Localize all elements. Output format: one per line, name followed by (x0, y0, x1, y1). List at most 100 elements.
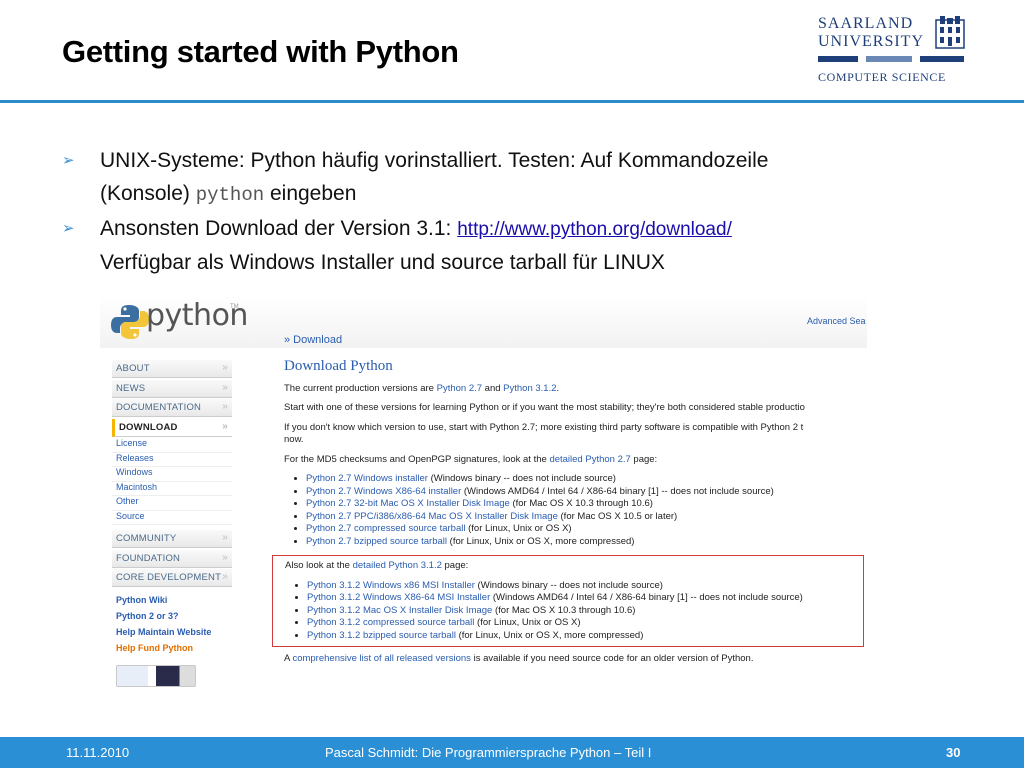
download-file-link[interactable]: Python 2.7 compressed source tarball (306, 523, 465, 534)
bullet-arrow-icon: ➢ (62, 220, 75, 237)
paypal-donate-icon[interactable] (116, 664, 196, 687)
download-file-link[interactable]: Python 2.7 PPC/i386/x86-64 Mac OS X Inst… (306, 511, 558, 522)
link-detailed-27[interactable]: detailed Python 2.7 (549, 454, 630, 465)
list-item: Python 2.7 Windows installer (Windows bi… (306, 473, 867, 486)
download-link[interactable]: http://www.python.org/download/ (457, 219, 732, 240)
file-description: (for Mac OS X 10.3 through 10.6) (509, 498, 653, 509)
link-python-312[interactable]: Python 3.1.2 (503, 383, 556, 394)
file-description: (for Linux, Unix or OS X) (474, 617, 581, 628)
chevron-right-icon: » (222, 362, 228, 373)
bullet-unix-line2: (Konsole) (100, 182, 196, 205)
download-file-link[interactable]: Python 2.7 Windows X86-64 installer (306, 486, 461, 497)
file-description: (Windows binary -- does not include sour… (474, 579, 663, 591)
footer-date: 11.11.2010 (66, 745, 130, 760)
footer-bar: 11.11.2010 Pascal Schmidt: Die Programmi… (0, 737, 1024, 768)
list-item: Python 2.7 bzipped source tarball (for L… (306, 536, 867, 549)
sidebar-subitem-other[interactable]: Other (112, 496, 232, 511)
bullet-list: ➢ UNIX-Systeme: Python häufig vorinstall… (62, 144, 962, 279)
logo-line-3: COMPUTER SCIENCE (818, 70, 946, 84)
sidebar-item-label: FOUNDATION (116, 552, 181, 564)
list-item: Python 2.7 PPC/i386/x86-64 Mac OS X Inst… (306, 511, 867, 524)
title-divider (0, 100, 1024, 103)
sidebar-link-3[interactable]: Help Fund Python (112, 643, 232, 659)
download-file-link[interactable]: Python 3.1.2 compressed source tarball (307, 617, 474, 628)
advanced-search-link[interactable]: Advanced Sea (807, 316, 866, 326)
list-item: Python 2.7 32-bit Mac OS X Installer Dis… (306, 498, 867, 511)
page-number: 30 (946, 745, 961, 760)
sidebar-item-label: CORE DEVELOPMENT (116, 572, 222, 583)
sidebar-item-community[interactable]: COMMUNITY » (112, 530, 232, 548)
bullet-unix-line2-post: eingeben (264, 182, 357, 205)
bullet-unix: ➢ UNIX-Systeme: Python häufig vorinstall… (62, 144, 962, 212)
download-heading: Download Python (284, 358, 393, 374)
list-item: Python 2.7 compressed source tarball (fo… (306, 523, 867, 536)
download-file-link[interactable]: Python 3.1.2 Windows x86 MSI Installer (307, 580, 475, 591)
paragraph-production: The current production versions are Pyth… (284, 382, 560, 394)
download-file-link[interactable]: Python 3.1.2 Mac OS X Installer Disk Ima… (307, 605, 492, 616)
saarland-university-logo: SAARLAND UNIVERSITY COMPUTER SCIENCE (816, 14, 966, 86)
breadcrumb[interactable]: » Download (284, 334, 342, 346)
file-description: (for Mac OS X 10.3 through 10.6) (492, 604, 636, 616)
file-description: (for Linux, Unix or OS X) (465, 523, 572, 534)
list-item: Python 3.1.2 Mac OS X Installer Disk Ima… (307, 605, 863, 618)
bullet-unix-text: UNIX-Systeme: Python häufig vorinstallie… (100, 149, 769, 172)
logo-line-1: SAARLAND (818, 15, 914, 32)
sidebar-item-news[interactable]: NEWS » (112, 379, 232, 398)
sidebar-item-label: DOCUMENTATION (116, 402, 202, 413)
file-description: (Windows AMD64 / Intel 64 / X86-64 binar… (490, 592, 803, 603)
download-file-link[interactable]: Python 2.7 bzipped source tarball (306, 536, 447, 547)
download-file-link[interactable]: Python 3.1.2 Windows X86-64 MSI Installe… (307, 592, 490, 603)
logo-line-2: UNIVERSITY (818, 33, 924, 50)
sidebar-item-documentation[interactable]: DOCUMENTATION » (112, 399, 232, 417)
sidebar-item-download[interactable]: DOWNLOAD » (112, 418, 232, 437)
paragraph-which-version: If you don't know which version to use, … (284, 421, 804, 446)
sidebar-subitem-windows[interactable]: Windows (112, 467, 232, 482)
sidebar-subitem-macintosh[interactable]: Macintosh (112, 482, 232, 496)
file-description: (Windows AMD64 / Intel 64 / X86-64 binar… (461, 485, 774, 497)
paragraph-also-look: Also look at the detailed Python 3.1.2 p… (285, 560, 469, 571)
sidebar-subitem-releases[interactable]: Releases (112, 453, 232, 467)
chevron-right-icon: » (222, 532, 228, 543)
bullet-available-text: Verfügbar als Windows Installer und sour… (100, 251, 665, 274)
chevron-right-icon: » (222, 420, 228, 432)
footer-title: Pascal Schmidt: Die Programmiersprache P… (325, 745, 652, 760)
chevron-right-icon: » (222, 401, 228, 412)
slide-title: Getting started with Python (62, 34, 459, 69)
list-python-312: Python 3.1.2 Windows x86 MSI Installer (… (285, 580, 863, 643)
link-all-releases[interactable]: comprehensive list of all released versi… (292, 653, 470, 664)
sidebar-item-label: ABOUT (116, 363, 150, 374)
python-download-screenshot: python TM Advanced Sea » Download ABOUT »… (100, 296, 867, 708)
chevron-right-icon: » (222, 551, 228, 563)
screenshot-header: python TM Advanced Sea » Download (100, 296, 867, 348)
sidebar-link-0[interactable]: Python Wiki (112, 595, 232, 611)
bullet-download-text: Ansonsten Download der Version 3.1: (100, 217, 458, 240)
link-python-27[interactable]: Python 2.7 (437, 383, 482, 394)
sidebar-item-label: NEWS (116, 382, 146, 394)
python-command: python (195, 184, 265, 206)
list-python-27: Python 2.7 Windows installer (Windows bi… (284, 473, 867, 548)
sidebar-subitem-license[interactable]: License (112, 438, 232, 453)
sidebar-item-about[interactable]: ABOUT » (112, 360, 232, 378)
sidebar-link-2[interactable]: Help Maintain Website (112, 627, 232, 643)
list-item: Python 3.1.2 Windows x86 MSI Installer (… (307, 580, 863, 593)
link-detailed-312[interactable]: detailed Python 3.1.2 (353, 560, 442, 571)
sidebar-item-core-development[interactable]: CORE DEVELOPMENT» (112, 569, 232, 587)
download-file-link[interactable]: Python 2.7 Windows installer (306, 473, 428, 484)
paragraph-md5: For the MD5 checksums and OpenPGP signat… (284, 453, 658, 465)
python-sidebar: ABOUT » NEWS » DOCUMENTATION » DOWNLOAD » Licens… (112, 360, 232, 687)
download-file-link[interactable]: Python 2.7 32-bit Mac OS X Installer Dis… (306, 498, 510, 509)
list-item: Python 2.7 Windows X86-64 installer (Win… (306, 486, 867, 499)
paragraph-stability: Start with one of these versions for lea… (284, 402, 805, 413)
list-item: Python 3.1.2 bzipped source tarball (for… (307, 630, 863, 643)
file-description: (Windows binary -- does not include sour… (427, 473, 616, 484)
sidebar-item-label: DOWNLOAD (119, 421, 178, 433)
download-content: Download Python The current production v… (272, 358, 867, 673)
sidebar-link-1[interactable]: Python 2 or 3? (112, 611, 232, 627)
list-item: Python 3.1.2 compressed source tarball (… (307, 617, 863, 630)
sidebar-item-label: COMMUNITY (116, 533, 177, 544)
download-file-link[interactable]: Python 3.1.2 bzipped source tarball (307, 630, 456, 641)
file-description: (for Linux, Unix or OS X, more compresse… (455, 629, 644, 641)
bullet-download: ➢ Ansonsten Download der Version 3.1: ht… (62, 212, 962, 246)
sidebar-item-foundation[interactable]: FOUNDATION » (112, 549, 232, 568)
sidebar-subitem-source[interactable]: Source (112, 511, 232, 525)
